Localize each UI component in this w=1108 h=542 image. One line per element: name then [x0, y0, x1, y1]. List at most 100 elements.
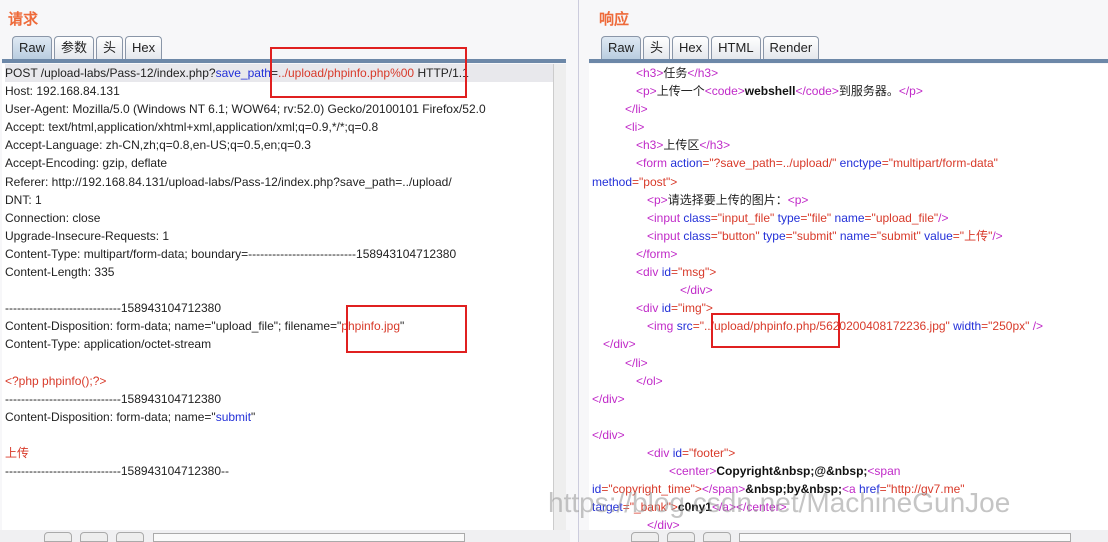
response-title: 响应 — [599, 11, 630, 28]
code-line: Accept: text/html,application/xhtml+xml,… — [5, 118, 554, 136]
search-input[interactable] — [153, 533, 465, 542]
code-line: -----------------------------15894310471… — [5, 299, 554, 317]
code-token: =" — [692, 319, 704, 334]
code-token: DNT: 1 — [5, 192, 42, 207]
code-line: -----------------------------15894310471… — [5, 462, 554, 480]
code-line: <li> — [592, 118, 1108, 136]
code-line: </li> — [592, 100, 1108, 118]
search-prev-button[interactable] — [80, 532, 108, 542]
code-token: <li> — [625, 120, 645, 135]
code-token: <h3> — [636, 138, 664, 153]
code-token: </p> — [898, 84, 923, 99]
code-token: name — [834, 210, 865, 225]
code-token: ="multipart/form-data" — [881, 156, 998, 171]
code-line: </form> — [592, 245, 1108, 263]
search-input[interactable] — [739, 533, 1071, 542]
code-token: Copyright&nbsp;@&nbsp; — [716, 464, 868, 479]
code-token: Referer: http://192.168.84.131/upload-la… — [5, 174, 452, 189]
code-token: <p> — [636, 84, 657, 99]
code-line: <input class="button" type="submit" name… — [592, 227, 1108, 245]
code-token: Content-Disposition: form-data; name=" — [5, 409, 216, 424]
code-line: Referer: http://192.168.84.131/upload-la… — [5, 173, 554, 191]
search-help-button[interactable] — [631, 532, 659, 542]
code-token: ="button" — [710, 228, 763, 243]
tab-item[interactable]: Hex — [672, 36, 710, 59]
code-line: method="post"> — [592, 173, 1108, 191]
code-line: Accept-Encoding: gzip, deflate — [5, 154, 554, 172]
code-token: <img — [647, 319, 677, 334]
code-token: ="post"> — [632, 174, 678, 189]
code-token: </h3> — [687, 66, 719, 80]
code-line: Content-Disposition: form-data; name="up… — [5, 317, 554, 335]
code-token: <input — [647, 210, 684, 225]
search-prev-button[interactable] — [667, 532, 695, 542]
code-token: </div> — [592, 391, 625, 406]
tab-raw[interactable]: Raw — [12, 36, 53, 59]
code-token: </form> — [636, 246, 678, 261]
response-editor[interactable]: <h3>任务</h3> <p>上传一个<code>webshell</code>到… — [589, 64, 1108, 530]
request-editor[interactable]: POST /upload-labs/Pass-12/index.php?save… — [2, 64, 554, 530]
code-line: 上传 — [5, 444, 554, 462]
response-panel: 响应 Raw 头 Hex HTML Render <h3>任务</h3> <p>上传一个<… — [578, 0, 1108, 542]
code-token: name — [839, 228, 870, 243]
code-token: 上传区 — [663, 138, 700, 153]
code-token: Accept: text/html,application/xhtml+xml,… — [5, 120, 379, 135]
code-token: Content-Type: application/octet-stream — [5, 337, 212, 352]
code-token: <div — [636, 265, 662, 280]
tab-item[interactable]: 头 — [96, 36, 124, 59]
code-line: <h3>上传区</h3> — [592, 136, 1108, 154]
tab-item[interactable]: 参数 — [54, 36, 95, 59]
tab-item[interactable]: 头 — [643, 36, 671, 59]
code-token: <div — [636, 301, 662, 316]
search-next-button[interactable] — [703, 532, 731, 542]
code-token: class — [683, 210, 711, 225]
code-token: </h3> — [699, 138, 731, 153]
code-token: id — [661, 301, 672, 316]
code-token: </div> — [647, 518, 680, 530]
code-line: <div id="footer"> — [592, 444, 1108, 462]
tab-item[interactable]: Render — [762, 36, 820, 59]
code-token: width — [953, 319, 982, 334]
code-token: <input — [647, 228, 684, 243]
code-token: 任务 — [663, 66, 688, 80]
code-line: </div> — [592, 335, 1108, 353]
code-token: ="msg"> — [671, 265, 717, 280]
code-token: </li> — [625, 355, 648, 370]
code-token: <div — [647, 445, 673, 460]
search-help-button[interactable] — [44, 532, 72, 542]
request-title: 请求 — [8, 11, 39, 28]
code-token: Host: 192.168.84.131 — [5, 84, 120, 99]
code-line: <div id="img"> — [592, 299, 1108, 317]
code-token: ="250px" — [981, 319, 1033, 334]
code-token: <code> — [704, 84, 745, 99]
code-token: Connection: close — [5, 210, 101, 225]
code-token: </ol> — [636, 373, 663, 388]
code-token: src — [676, 319, 693, 334]
code-line: </div> — [592, 390, 1108, 408]
code-token: 请选择要上传的图片： — [667, 192, 788, 207]
code-token: -----------------------------15894310471… — [5, 464, 229, 479]
tab-item[interactable]: Hex — [125, 36, 163, 59]
code-token: </div> — [592, 427, 625, 442]
code-token: 上传 — [5, 445, 30, 460]
code-token: ="submit" — [869, 228, 925, 243]
code-line: <input class="input_file" type="file" na… — [592, 209, 1108, 227]
code-token: ="file" — [800, 210, 835, 225]
code-line: </li> — [592, 354, 1108, 372]
request-scrollbar[interactable] — [553, 64, 566, 530]
code-line: </div> — [592, 281, 1108, 299]
request-tabs: Raw 参数头 Hex — [12, 36, 163, 59]
code-line: Upgrade-Insecure-Requests: 1 — [5, 227, 554, 245]
code-line: <p>请选择要上传的图片：<p> — [592, 191, 1108, 209]
code-token: method — [592, 174, 633, 189]
code-token: -----------------------------15894310471… — [5, 301, 221, 316]
code-token: Accept-Encoding: gzip, deflate — [5, 156, 168, 171]
code-token: <p> — [647, 192, 668, 207]
tab-item[interactable]: HTML — [711, 36, 761, 59]
code-line: Content-Length: 335 — [5, 263, 554, 281]
tab-raw[interactable]: Raw — [601, 36, 642, 59]
search-next-button[interactable] — [116, 532, 144, 542]
